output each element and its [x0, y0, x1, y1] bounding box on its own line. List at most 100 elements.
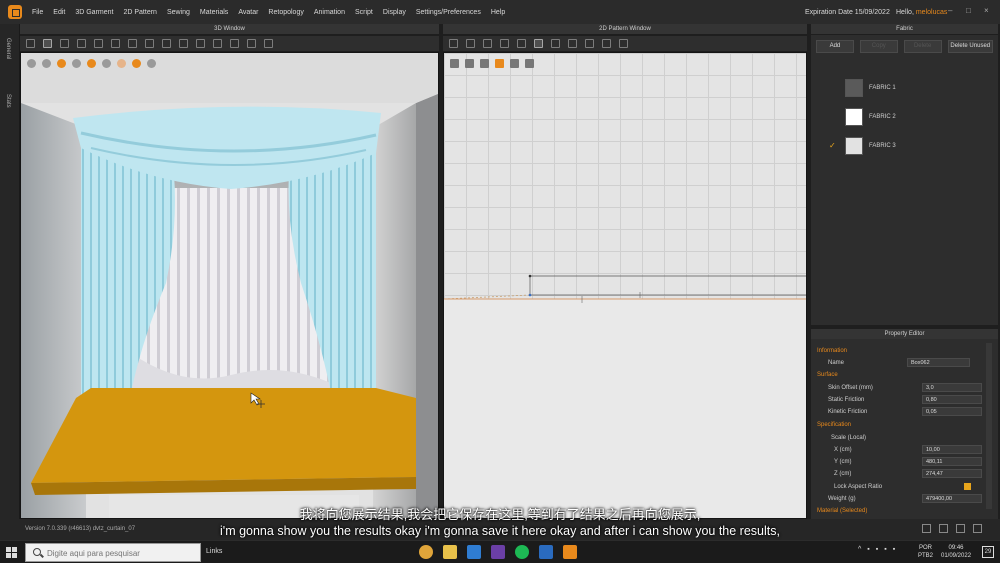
fabric-item-selected[interactable]: ✓ FABRIC 3	[811, 131, 998, 160]
topstitch-tool-icon[interactable]	[230, 39, 239, 48]
fabric-item[interactable]: FABRIC 2	[811, 102, 998, 131]
section-specification[interactable]: Specification	[817, 422, 851, 428]
app-blue-icon[interactable]	[539, 545, 553, 559]
delete-unused-button[interactable]: Delete Unused	[947, 40, 993, 53]
wifi-icon[interactable]: ▪	[884, 546, 886, 553]
transform-pattern-icon[interactable]	[449, 39, 458, 48]
export-icon[interactable]	[147, 59, 156, 68]
window-2d-pattern[interactable]	[443, 52, 807, 519]
chevron-up-icon[interactable]: ^	[858, 546, 861, 553]
pattern-point[interactable]	[528, 293, 532, 297]
property-scrollbar[interactable]	[986, 343, 992, 509]
close-icon[interactable]: ×	[984, 7, 992, 15]
segment-tool-icon[interactable]	[162, 39, 171, 48]
edit-pattern-icon[interactable]	[466, 39, 475, 48]
maximize-icon[interactable]: □	[966, 7, 974, 15]
brush-tool-icon[interactable]	[264, 39, 273, 48]
spotify-icon[interactable]	[515, 545, 529, 559]
menu-retopology[interactable]: Retopology	[268, 9, 303, 16]
x-field[interactable]: 10,00	[922, 445, 982, 454]
fabric-color-icon[interactable]	[495, 59, 504, 68]
pattern-point[interactable]	[528, 274, 532, 278]
taskbar-search[interactable]	[25, 543, 201, 562]
measure-tool-icon[interactable]	[128, 39, 137, 48]
z-field[interactable]: 274,47	[922, 469, 982, 478]
grid-view-icon[interactable]	[465, 59, 474, 68]
skin-offset-field[interactable]: 3,0	[922, 383, 982, 392]
button-tool-icon[interactable]	[213, 39, 222, 48]
sewing-tool-icon[interactable]	[145, 39, 154, 48]
internal-line-icon[interactable]	[534, 39, 543, 48]
photoshop-icon[interactable]	[467, 545, 481, 559]
notifications-icon[interactable]: 29	[982, 546, 994, 558]
copy-fabric-button[interactable]: Copy	[859, 40, 898, 53]
lock-aspect-checkbox[interactable]	[964, 483, 971, 490]
avatar-view-icon[interactable]	[27, 59, 36, 68]
pin-tool-icon[interactable]	[94, 39, 103, 48]
texture-view-icon[interactable]	[57, 59, 66, 68]
section-surface[interactable]: Surface	[817, 372, 838, 378]
material-sphere-icon[interactable]	[132, 59, 141, 68]
skin-icon[interactable]	[117, 59, 126, 68]
menu-settings[interactable]: Settings/Preferences	[416, 9, 481, 16]
system-clock[interactable]: 09:46 01/09/2022	[941, 544, 971, 560]
kinetic-friction-field[interactable]: 0,05	[922, 407, 982, 416]
minimize-icon[interactable]: –	[948, 7, 956, 15]
menu-3d-garment[interactable]: 3D Garment	[75, 9, 113, 16]
select-tool-icon[interactable]	[26, 39, 35, 48]
windows-start-icon[interactable]	[6, 547, 17, 558]
fabric-item[interactable]: FABRIC 1	[811, 73, 998, 102]
garment-view-icon[interactable]	[42, 59, 51, 68]
window-3d-viewport[interactable]	[20, 52, 439, 519]
y-field[interactable]: 480,11	[922, 457, 982, 466]
texture-2d-icon[interactable]	[480, 59, 489, 68]
pattern-view-icon[interactable]	[450, 59, 459, 68]
menu-script[interactable]: Script	[355, 9, 373, 16]
trim-tool-icon[interactable]	[247, 39, 256, 48]
dart-tool-icon[interactable]	[551, 39, 560, 48]
polygon-tool-icon[interactable]	[483, 39, 492, 48]
name-field[interactable]: Box062	[907, 358, 970, 367]
chrome-icon[interactable]	[419, 545, 433, 559]
menu-sewing[interactable]: Sewing	[167, 9, 190, 16]
add-fabric-button[interactable]: Add	[816, 40, 854, 53]
free-sewing-icon[interactable]	[602, 39, 611, 48]
volume-icon[interactable]: ▪	[893, 546, 895, 553]
shading-icon[interactable]	[102, 59, 111, 68]
tack-tool-icon[interactable]	[111, 39, 120, 48]
menu-file[interactable]: File	[32, 9, 43, 16]
segment-sewing-icon[interactable]	[585, 39, 594, 48]
move-tool-icon[interactable]	[43, 39, 52, 48]
select-mesh-icon[interactable]	[60, 39, 69, 48]
delete-fabric-button[interactable]: Delete	[903, 40, 942, 53]
menu-display[interactable]: Display	[383, 9, 406, 16]
language-indicator[interactable]: POR PTB2	[918, 544, 933, 560]
sewing-line-icon[interactable]	[510, 59, 519, 68]
section-information[interactable]: Information	[817, 348, 847, 354]
premiere-icon[interactable]	[491, 545, 505, 559]
static-friction-field[interactable]: 0,80	[922, 395, 982, 404]
weight-field[interactable]: 479400,00	[922, 494, 982, 503]
scale-label[interactable]: Scale (Local)	[831, 435, 866, 441]
fold-tool-icon[interactable]	[77, 39, 86, 48]
texture-tool-icon[interactable]	[568, 39, 577, 48]
rectangle-tool-icon[interactable]	[500, 39, 509, 48]
menu-avatar[interactable]: Avatar	[238, 9, 258, 16]
garment-icon[interactable]	[619, 39, 628, 48]
avatar-display-icon[interactable]	[72, 59, 81, 68]
zipper-tool-icon[interactable]	[196, 39, 205, 48]
file-explorer-icon[interactable]	[443, 545, 457, 559]
menu-animation[interactable]: Animation	[314, 9, 345, 16]
settings-2d-icon[interactable]	[525, 59, 534, 68]
circle-tool-icon[interactable]	[517, 39, 526, 48]
username[interactable]: melolucas	[916, 9, 948, 16]
tab-stats[interactable]: Stats	[5, 94, 11, 108]
marvelous-icon[interactable]	[563, 545, 577, 559]
usb-icon[interactable]: ▪	[876, 546, 878, 553]
network-icon[interactable]: ▪	[867, 546, 869, 553]
search-input[interactable]	[47, 547, 197, 559]
menu-help[interactable]: Help	[491, 9, 505, 16]
tab-general[interactable]: General	[5, 38, 11, 59]
menu-materials[interactable]: Materials	[200, 9, 228, 16]
pleat-tool-icon[interactable]	[179, 39, 188, 48]
